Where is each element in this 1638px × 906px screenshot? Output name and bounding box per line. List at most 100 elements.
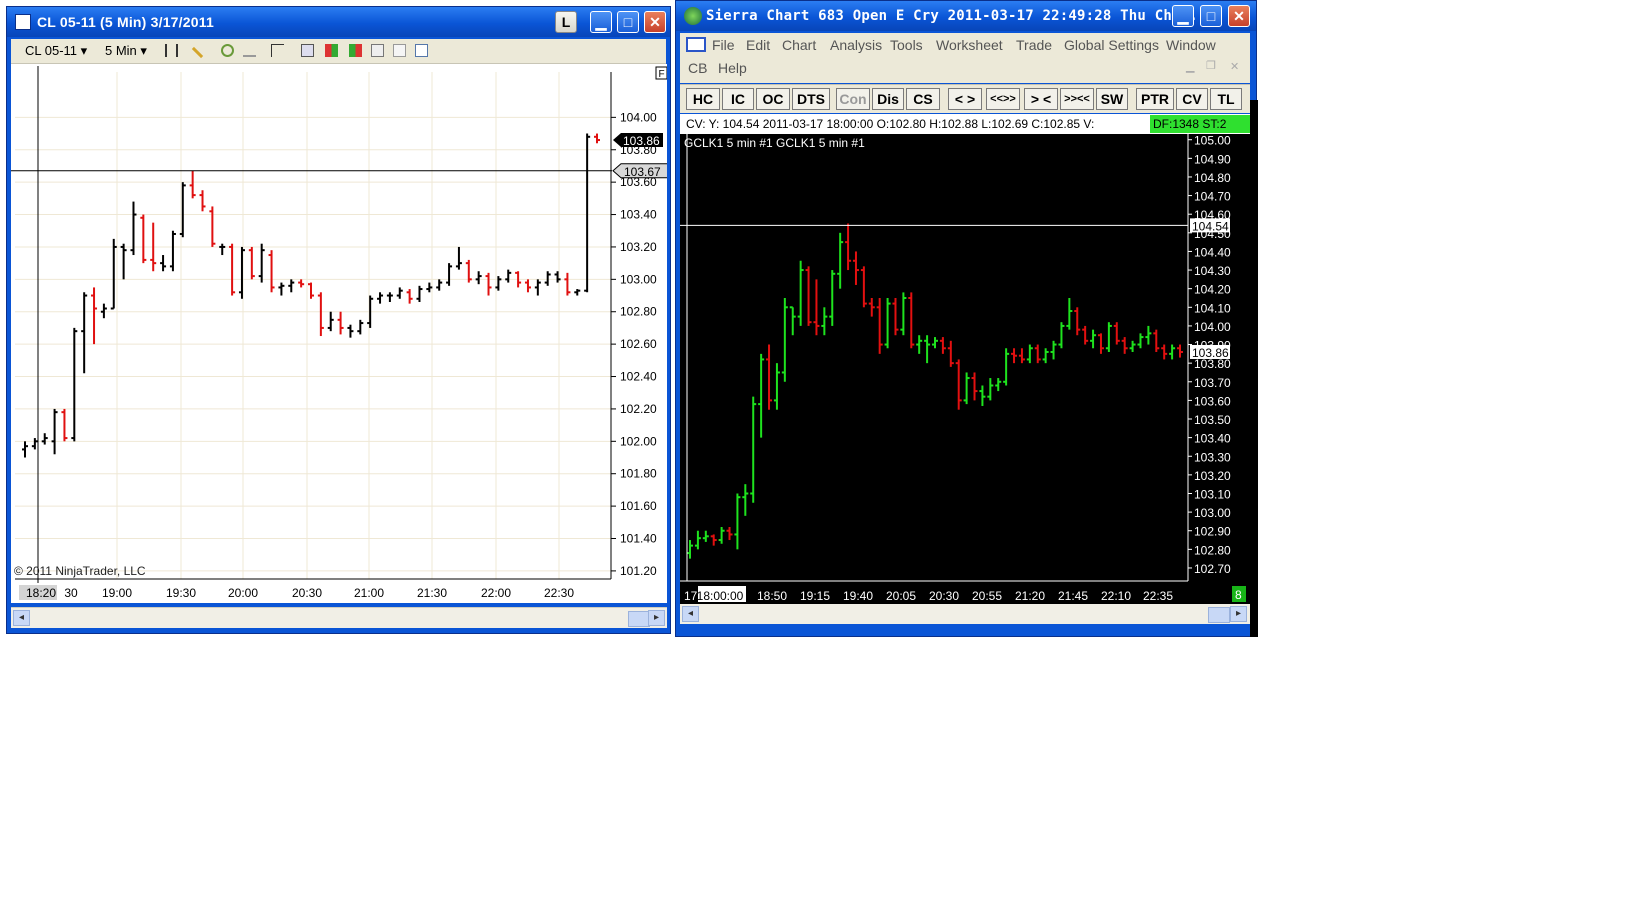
hc-button[interactable]: HC <box>686 88 720 110</box>
zoom-icon[interactable] <box>301 44 314 57</box>
sierra-maximize-button[interactable]: □ <box>1200 5 1222 27</box>
tl-button[interactable]: TL <box>1210 88 1242 110</box>
pencil-icon[interactable] <box>191 46 204 59</box>
copyright-text: © 2011 NinjaTrader, LLC <box>14 564 146 578</box>
x-tick-label: 18:00:00 <box>697 589 744 603</box>
sierra-horizontal-scrollbar[interactable]: ◂ ▸ <box>680 604 1250 624</box>
child-restore-icon[interactable]: ❐ <box>1206 59 1216 72</box>
background-window-edge <box>1250 100 1258 637</box>
window-linking-icon[interactable] <box>415 44 428 57</box>
sierra-titlebar[interactable]: Sierra Chart 683 Open E Cry 2011-03-17 2… <box>676 1 1256 31</box>
y-tick-label: 104.80 <box>1194 171 1231 185</box>
x-tick-label: 21:20 <box>1015 589 1045 603</box>
oc-button[interactable]: OC <box>756 88 790 110</box>
con-button[interactable]: Con <box>836 88 870 110</box>
link-button[interactable]: L <box>555 11 577 33</box>
sierra-scroll-left-icon[interactable]: ◂ <box>682 606 699 622</box>
x-tick-label: 20:05 <box>886 589 916 603</box>
y-tick-label: 102.20 <box>620 402 657 416</box>
y-tick-label: 103.40 <box>1194 432 1231 446</box>
y-tick-label: 102.90 <box>1194 525 1231 539</box>
sierra-cursor-values: CV: Y: 104.54 2011-03-17 18:00:00 O:102.… <box>680 114 1250 134</box>
menu-trade[interactable]: Trade <box>1016 37 1052 53</box>
scroll-left-icon[interactable]: ◂ <box>13 610 30 626</box>
dis-button[interactable]: Dis <box>872 88 904 110</box>
y-tick-label: 102.80 <box>620 305 657 319</box>
bar-type-icon[interactable] <box>165 44 178 57</box>
minimize-button[interactable]: ▁ <box>590 11 612 33</box>
y-tick-label: 103.00 <box>1194 506 1231 520</box>
y-tick-label: 102.80 <box>1194 543 1231 557</box>
ninjatrader-window[interactable]: CL 05-11 (5 Min) 3/17/2011 L ▁ □ ✕ CL 05… <box>6 6 671 634</box>
maximize-button[interactable]: □ <box>617 11 639 33</box>
ninjatrader-chart-svg[interactable]: 104.00103.80103.60103.40103.20103.00102.… <box>11 64 670 603</box>
x-tick-label: 22:35 <box>1143 589 1173 603</box>
scroll-right-icon[interactable]: ▸ <box>648 610 665 626</box>
menu-help[interactable]: Help <box>718 60 747 76</box>
dts-button[interactable]: DTS <box>792 88 830 110</box>
x-tick-label: 21:30 <box>417 586 447 600</box>
menu-file[interactable]: File <box>712 37 735 53</box>
last-price-label: 103.86 <box>623 134 660 148</box>
properties-icon[interactable] <box>371 44 384 57</box>
menu-chart[interactable]: Chart <box>782 37 816 53</box>
cs-button[interactable]: CS <box>906 88 940 110</box>
x-tick-label: 19:40 <box>843 589 873 603</box>
scrollbar-thumb[interactable] <box>628 611 650 627</box>
y-tick-label: 103.40 <box>620 208 657 222</box>
shrink-button[interactable]: >><< <box>1060 88 1094 110</box>
ninjatrader-titlebar[interactable]: CL 05-11 (5 Min) 3/17/2011 L ▁ □ ✕ <box>7 7 670 37</box>
x-tick-label: 20:30 <box>929 589 959 603</box>
ic-button[interactable]: IC <box>722 88 754 110</box>
sierra-close-button[interactable]: ✕ <box>1228 5 1250 27</box>
sierra-chart-svg[interactable]: 105.00104.90104.80104.70104.60104.50104.… <box>680 134 1250 604</box>
add-indicator-icon[interactable] <box>221 44 234 57</box>
y-tick-label: 104.30 <box>1194 264 1231 278</box>
y-tick-label: 104.20 <box>1194 283 1231 297</box>
y-tick-label: 102.40 <box>620 370 657 384</box>
y-tick-label: 103.00 <box>620 272 657 286</box>
child-close-icon[interactable]: ✕ <box>1230 60 1239 73</box>
y-tick-label: 104.00 <box>620 110 657 124</box>
y-tick-label: 104.70 <box>1194 190 1231 204</box>
zoom-out-button[interactable]: <<>> <box>986 88 1020 110</box>
close-button[interactable]: ✕ <box>644 11 666 33</box>
menu-edit[interactable]: Edit <box>746 37 770 53</box>
menu-analysis[interactable]: Analysis <box>830 37 882 53</box>
scroll-center-button[interactable]: < > <box>948 88 982 110</box>
x-tick-label: 19:15 <box>800 589 830 603</box>
sw-button[interactable]: SW <box>1096 88 1128 110</box>
ninjatrader-price-chart[interactable]: 104.00 103.80 103.60 103.40 103.20 103.00 102.… <box>11 64 670 603</box>
remove-icon[interactable] <box>243 44 256 57</box>
x-tick-label: 20:55 <box>972 589 1002 603</box>
y-tick-label: 103.70 <box>1194 376 1231 390</box>
menu-cb[interactable]: CB <box>688 60 707 76</box>
menu-global-settings[interactable]: Global Settings <box>1064 37 1159 53</box>
menu-window[interactable]: Window <box>1166 37 1216 53</box>
zoom-in-button[interactable]: > < <box>1024 88 1058 110</box>
sierra-minimize-button[interactable]: ▁ <box>1172 5 1194 27</box>
chart-trader-icon[interactable] <box>325 44 338 57</box>
instrument-selector[interactable]: CL 05-11 ▾ <box>25 43 87 59</box>
document-icon[interactable] <box>686 37 706 52</box>
sierra-button-bar: HC IC OC DTS Con Dis CS < > <<>> > < >><… <box>680 84 1250 113</box>
menu-tools[interactable]: Tools <box>890 37 923 53</box>
sierra-price-chart[interactable]: 105.00 104.90 104.80 104.70 104.60 104.50 104.… <box>680 134 1250 604</box>
horizontal-scrollbar[interactable]: ◂ ▸ <box>11 607 667 628</box>
cv-button[interactable]: CV <box>1176 88 1208 110</box>
data-box-icon[interactable] <box>393 44 406 57</box>
sierra-scrollbar-thumb[interactable] <box>1208 607 1230 623</box>
cursor-price-label: 103.67 <box>624 165 661 179</box>
sierra-chart-window[interactable]: Sierra Chart 683 Open E Cry 2011-03-17 2… <box>675 0 1257 637</box>
sierra-scroll-right-icon[interactable]: ▸ <box>1230 606 1247 622</box>
x-tick-label: 20:30 <box>292 586 322 600</box>
x-tick-label: 17 <box>684 589 698 603</box>
interval-selector[interactable]: 5 Min ▾ <box>105 43 147 59</box>
ptr-button[interactable]: PTR <box>1136 88 1174 110</box>
strategy-icon[interactable] <box>349 44 362 57</box>
y-tick-label: 101.80 <box>620 467 657 481</box>
child-minimize-icon[interactable]: ▁ <box>1186 60 1194 73</box>
crosshair-icon[interactable] <box>271 44 284 57</box>
x-tick-label: 19:30 <box>166 586 196 600</box>
menu-worksheet[interactable]: Worksheet <box>936 37 1003 53</box>
